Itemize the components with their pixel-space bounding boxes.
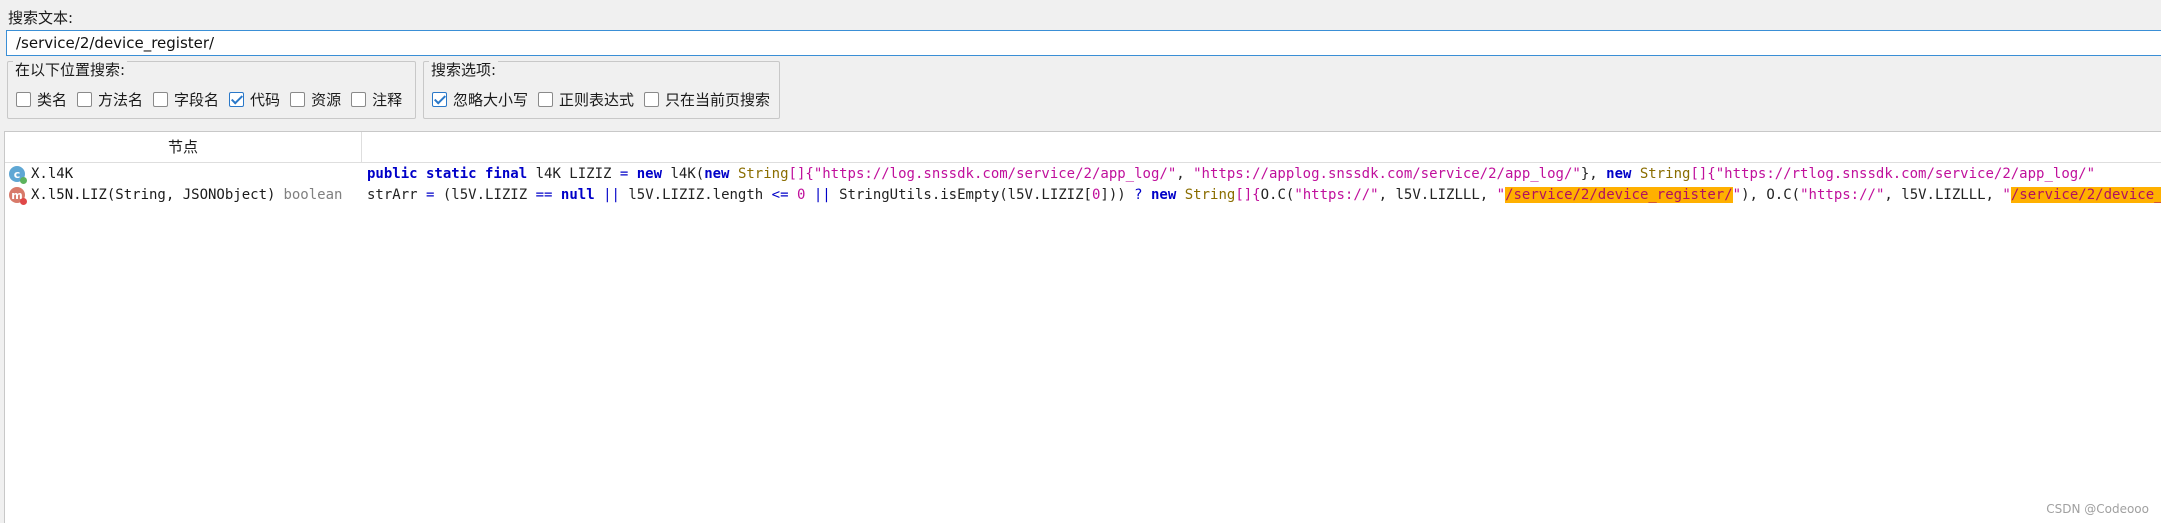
location-option-label: 字段名 [174, 91, 220, 109]
watermark: CSDN @Codeooo [2046, 502, 2149, 516]
code-token: (l5V.LIZIZ [434, 187, 536, 203]
code-token: l4K( [662, 166, 705, 182]
class-icon: c [9, 166, 27, 184]
code-token: " [1732, 187, 1742, 203]
location-option-5[interactable]: 注释 [351, 89, 402, 110]
location-checkbox-4[interactable] [290, 92, 306, 107]
code-token: "https://rtlog.snssdk.com/service/2/app_… [1715, 166, 2096, 182]
search-location-group: 在以下位置搜索: 类名 方法名 字段名 代码 资源 注释 [7, 59, 416, 119]
code-token: ])) [1100, 187, 1135, 203]
search-option-option-label: 正则表达式 [559, 91, 635, 109]
code-token: "https://applog.snssdk.com/service/2/app… [1193, 166, 1581, 182]
search-option-option-2[interactable]: 只在当前页搜索 [644, 89, 770, 110]
code-token: new [1151, 187, 1177, 203]
code-token: []{ [788, 166, 814, 182]
code-token: "https://" [1294, 187, 1379, 203]
result-code-snippet: public static final l4K LIZIZ = new l4K(… [367, 166, 2095, 182]
code-token: null [560, 187, 595, 203]
location-checkbox-0[interactable] [16, 92, 31, 107]
code-token: l5V.LIZIZ.length [619, 187, 772, 203]
code-token: " [1496, 187, 1506, 203]
code-token: "https://" [1800, 187, 1885, 203]
method-icon: m [9, 187, 27, 205]
code-token: , l5V.LIZLLL, [1378, 187, 1497, 203]
location-option-2[interactable]: 字段名 [153, 89, 219, 110]
location-option-label: 资源 [311, 91, 342, 109]
column-header-code[interactable] [362, 132, 2161, 162]
results-table: 节点 c X.l4K public static final l4K LIZIZ =… [4, 131, 2161, 523]
code-token: == [535, 187, 553, 203]
column-header-node[interactable]: 节点 [5, 132, 362, 162]
location-option-0[interactable]: 类名 [16, 89, 67, 110]
search-match-highlight: /service/2/device_register/ [2010, 187, 2161, 203]
search-option-checkbox-0[interactable] [432, 92, 447, 107]
search-option-option-0[interactable]: 忽略大小写 [432, 89, 528, 110]
location-checkbox-3[interactable] [229, 92, 245, 107]
code-token: new [704, 166, 730, 182]
location-option-label: 注释 [372, 91, 403, 109]
code-token: StringUtils.isEmpty(l5V.LIZIZ[ [830, 187, 1092, 203]
search-option-option-label: 忽略大小写 [453, 91, 529, 109]
code-token: public static final [367, 166, 528, 182]
code-token: String [1184, 187, 1236, 203]
code-token: "https://log.snssdk.com/service/2/app_lo… [813, 166, 1177, 182]
result-node[interactable]: m X.l5N.LIZ(String, JSONObject) boolean [9, 187, 343, 205]
code-token: || [603, 187, 620, 203]
result-node-name: X.l4K [31, 166, 74, 182]
code-token: l4K LIZIZ [527, 166, 620, 182]
location-option-4[interactable]: 资源 [290, 89, 341, 110]
code-token: , [1176, 166, 1194, 182]
code-token: || [813, 187, 831, 203]
search-options-title: 搜索选项: [429, 59, 499, 80]
code-token: <= [771, 187, 789, 203]
location-option-label: 方法名 [98, 91, 144, 109]
location-option-1[interactable]: 方法名 [77, 89, 143, 110]
result-node-name: X.l5N.LIZ(String, JSONObject) [31, 187, 276, 203]
search-option-option-1[interactable]: 正则表达式 [538, 89, 634, 110]
search-option-checkbox-1[interactable] [538, 92, 554, 107]
search-label: 搜索文本: [8, 9, 74, 27]
search-location-title: 在以下位置搜索: [13, 59, 128, 80]
search-input[interactable] [6, 30, 2161, 56]
code-token: ? [1134, 187, 1143, 203]
search-option-option-label: 只在当前页搜索 [665, 91, 771, 109]
results-header: 节点 [5, 132, 2161, 163]
code-token: new [1606, 166, 1632, 182]
code-token: " [2002, 187, 2011, 203]
location-option-label: 类名 [37, 91, 68, 109]
code-token: O.C( [1260, 187, 1295, 203]
location-checkbox-2[interactable] [153, 92, 169, 107]
search-match-highlight: /service/2/device_register/ [1505, 187, 1733, 203]
code-token: String [1639, 166, 1691, 182]
result-row[interactable]: m X.l5N.LIZ(String, JSONObject) boolean str… [5, 185, 2161, 205]
code-token: , l5V.LIZLLL, [1884, 187, 2003, 203]
code-token: ), O.C( [1741, 187, 1801, 203]
code-token: }, [1580, 166, 1607, 182]
result-row[interactable]: c X.l4K public static final l4K LIZIZ = ne… [5, 164, 2161, 184]
code-token: new [636, 166, 663, 182]
location-checkbox-1[interactable] [77, 92, 93, 107]
search-option-checkbox-2[interactable] [644, 92, 660, 107]
code-token: String [737, 166, 789, 182]
location-option-label: 代码 [250, 91, 281, 109]
location-option-3[interactable]: 代码 [229, 89, 280, 110]
location-checkbox-5[interactable] [351, 92, 367, 107]
code-token: []{ [1690, 166, 1716, 182]
result-return-type: boolean [283, 187, 343, 203]
code-token: strArr [367, 187, 427, 203]
search-options-group: 搜索选项: 忽略大小写 正则表达式 只在当前页搜索 [423, 59, 780, 119]
result-node[interactable]: c X.l4K [9, 166, 74, 184]
code-token: []{ [1235, 187, 1261, 203]
result-code-snippet: strArr = (l5V.LIZIZ == null || l5V.LIZIZ… [367, 187, 2161, 203]
